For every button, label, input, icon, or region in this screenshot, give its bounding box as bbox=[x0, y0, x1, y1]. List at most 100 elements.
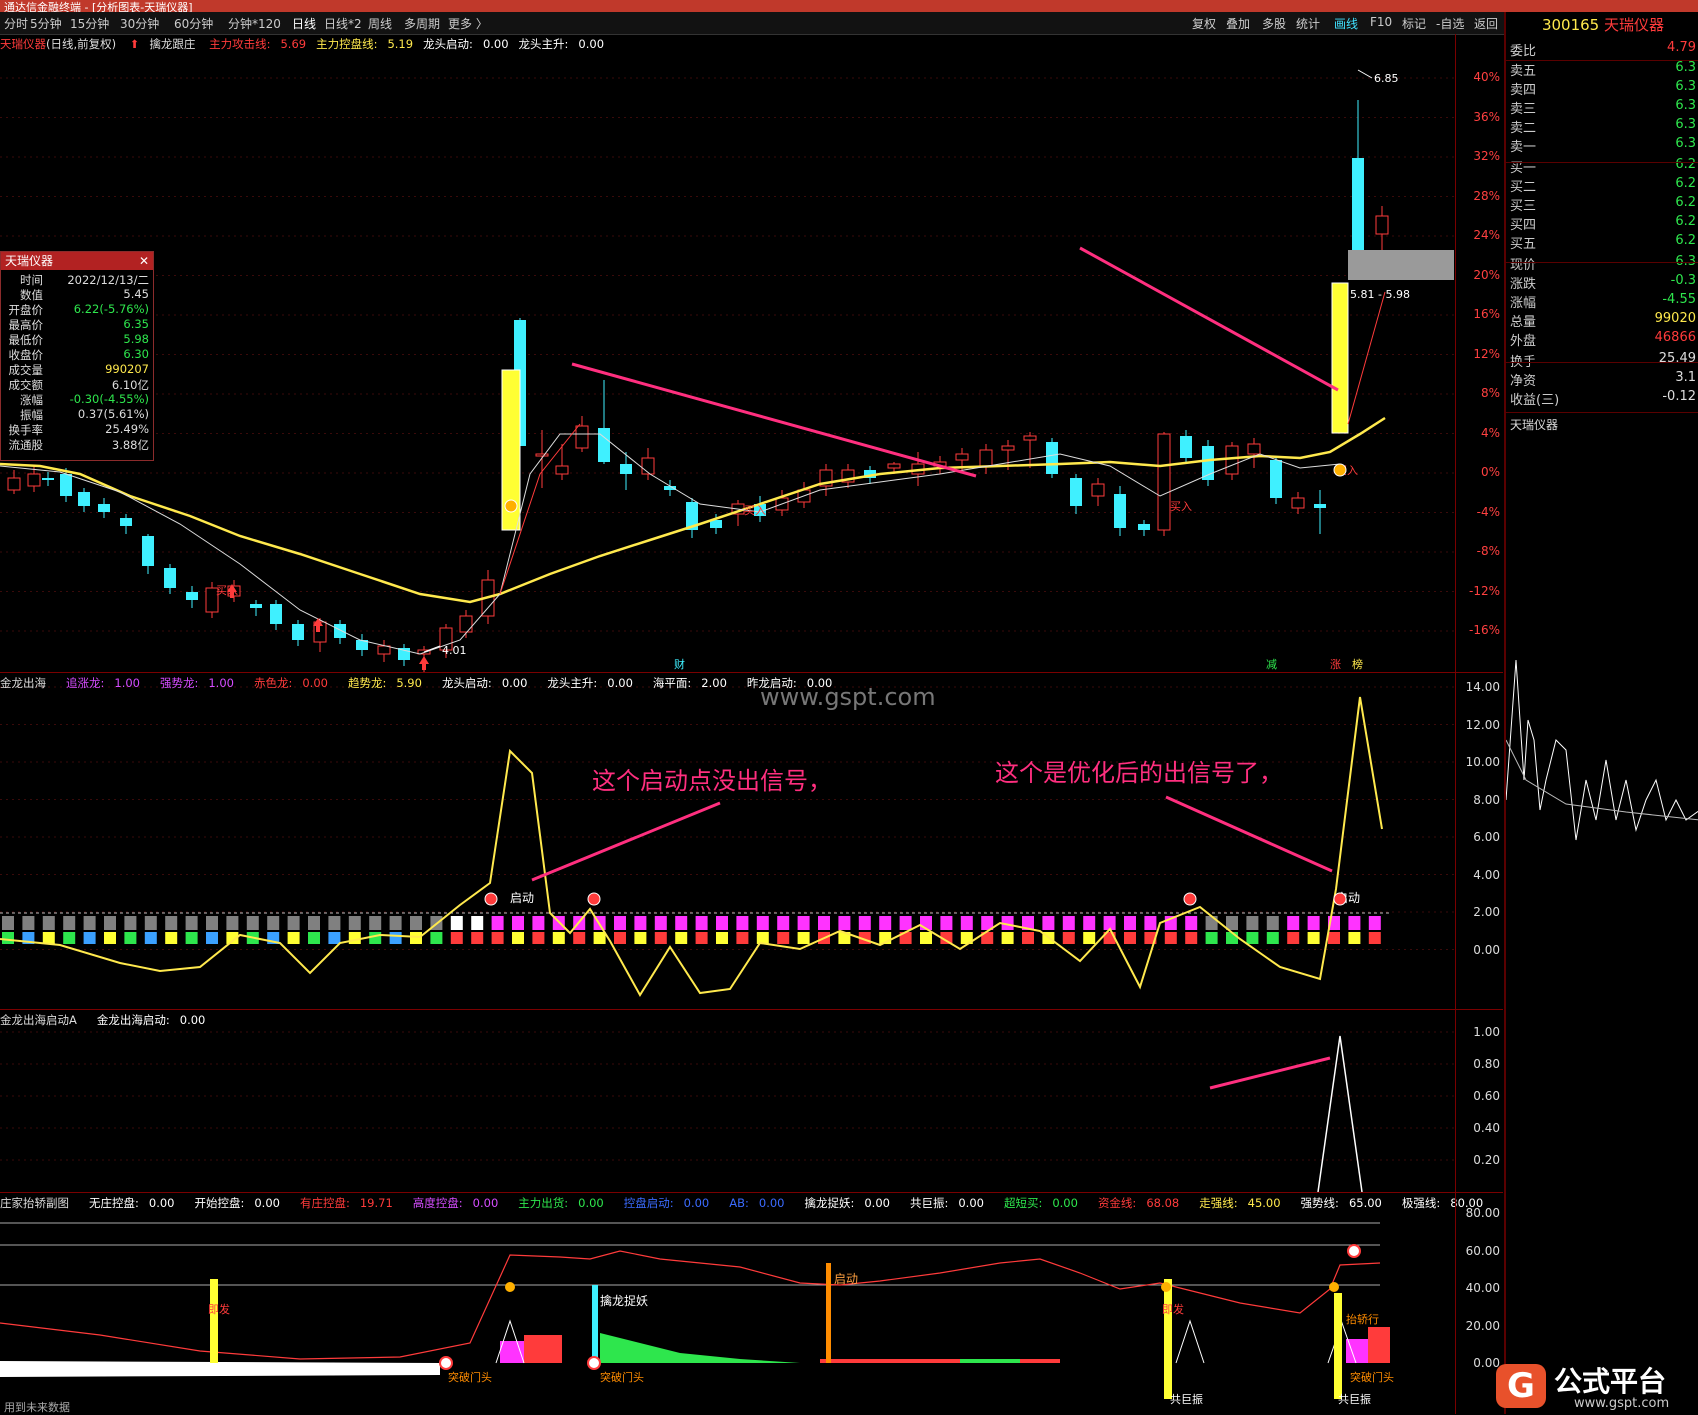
toolbar-button-2[interactable]: 多股 bbox=[1262, 15, 1286, 32]
period-tab-8[interactable]: 周线 bbox=[368, 15, 392, 32]
period-tab-3[interactable]: 30分钟 bbox=[120, 15, 159, 32]
toolbar-button-0[interactable]: 复权 bbox=[1192, 15, 1216, 32]
toolbar-button-4[interactable]: 画线 bbox=[1334, 15, 1358, 32]
y-axis-label: 10.00 bbox=[1465, 755, 1500, 769]
header-label: 金龙出海启动: bbox=[96, 1013, 170, 1027]
y-axis-label: 4.00 bbox=[1473, 867, 1500, 882]
toolbar-button-6[interactable]: 标记 bbox=[1402, 15, 1426, 32]
info-key: 振幅 bbox=[20, 408, 43, 422]
period-tab-4[interactable]: 60分钟 bbox=[174, 15, 213, 32]
header-item: 龙头启动: 0.00 bbox=[442, 676, 537, 690]
toolbar-button-1[interactable]: 叠加 bbox=[1226, 15, 1250, 32]
start-label: 启动 bbox=[834, 1272, 858, 1286]
quote-separator bbox=[1506, 262, 1698, 263]
header-value: 1.00 bbox=[208, 676, 234, 690]
info-row: 成交量 990207 bbox=[1, 362, 151, 377]
signal-money-icon bbox=[587, 892, 601, 906]
money-icon bbox=[505, 1282, 515, 1292]
period-tab-1[interactable]: 5分钟 bbox=[30, 15, 62, 32]
quote-label: 买一 bbox=[1510, 161, 1537, 176]
header-item: 高度控盘: 0.00 bbox=[413, 1196, 508, 1210]
period-tab-0[interactable]: 分时 bbox=[4, 15, 28, 32]
trend-block-top bbox=[246, 916, 259, 930]
candle-up bbox=[1225, 445, 1239, 475]
trend-block-top bbox=[634, 916, 647, 930]
candle-down bbox=[1180, 436, 1192, 458]
trend-block-bottom bbox=[756, 932, 769, 944]
info-key: 数值 bbox=[20, 288, 43, 302]
header-value: 0.00 bbox=[302, 676, 328, 690]
toolbar-button-3[interactable]: 统计 bbox=[1296, 15, 1320, 32]
candle-down bbox=[598, 428, 610, 462]
header-label: 庄家抬轿副图 bbox=[0, 1196, 69, 1210]
period-tab-5[interactable]: 分钟*120 bbox=[228, 15, 281, 32]
jinlong-chart[interactable]: 启动 启动 bbox=[0, 673, 1455, 1009]
info-value: 6.35 bbox=[123, 317, 149, 331]
toolbar-button-7[interactable]: -自选 bbox=[1436, 15, 1464, 32]
y-axis-label: 16% bbox=[1473, 307, 1500, 321]
quote-value: 6.2 bbox=[1675, 233, 1696, 248]
candle-down bbox=[250, 604, 262, 608]
info-key: 最低价 bbox=[8, 333, 44, 347]
candle-down bbox=[1046, 442, 1058, 474]
period-tab-10[interactable]: 更多 〉 bbox=[448, 15, 488, 32]
candle-up bbox=[1023, 435, 1037, 441]
header-item: 走强线: 45.00 bbox=[1199, 1196, 1290, 1210]
trend-block-top bbox=[22, 916, 35, 930]
breakout-label: 突破门头 bbox=[1350, 1370, 1394, 1384]
signal-money-icon bbox=[484, 892, 498, 906]
trend-block-top bbox=[654, 916, 667, 930]
trend-block-top bbox=[1185, 916, 1198, 930]
trend-block-top bbox=[491, 916, 504, 930]
quote-value: 46866 bbox=[1654, 330, 1696, 345]
arrow-up-icon bbox=[419, 656, 429, 670]
candle-down bbox=[292, 624, 304, 640]
period-tab-9[interactable]: 多周期 bbox=[404, 15, 440, 32]
toolbar-button-5[interactable]: F10 bbox=[1370, 15, 1392, 29]
candle-up bbox=[887, 463, 901, 469]
zhuangjia-chart[interactable]: 擒龙捉妖 启动突破门头 突破门头 突破门头共巨振 共巨振 抬轿行 即发 即发 bbox=[0, 1193, 1455, 1414]
trend-block-top bbox=[471, 916, 484, 930]
trend-block-bottom bbox=[1164, 932, 1177, 944]
quote-separator bbox=[1506, 412, 1698, 413]
trend-block-bottom bbox=[920, 932, 932, 944]
period-tab-6[interactable]: 日线 bbox=[292, 15, 316, 32]
candlestick-chart[interactable]: 5.81 - 5.986.854.01买入 买入买入买入财减涨榜 bbox=[0, 34, 1455, 672]
header-item: AB: 0.00 bbox=[729, 1196, 794, 1210]
quote-stat-row: 换手 25.49 bbox=[1510, 351, 1696, 370]
y-axis-label: 4% bbox=[1480, 425, 1500, 440]
trend-block-top bbox=[2, 916, 14, 930]
header-item: 擒龙捉妖: 0.00 bbox=[804, 1196, 899, 1210]
range-label: 5.81 - 5.98 bbox=[1350, 288, 1410, 301]
control-bar bbox=[524, 1335, 562, 1363]
period-tab-2[interactable]: 15分钟 bbox=[70, 15, 109, 32]
quote-separator bbox=[1506, 362, 1698, 363]
header-value: 1.00 bbox=[114, 676, 140, 690]
bottom-tag: 财 bbox=[674, 657, 685, 671]
mini-price-line bbox=[1506, 659, 1698, 841]
candle-down bbox=[620, 464, 632, 474]
quote-value: 99020 bbox=[1654, 311, 1696, 326]
header-label: 开始控盘: bbox=[194, 1196, 245, 1210]
start-signal-chart[interactable] bbox=[0, 1010, 1455, 1192]
y-axis-label: 32% bbox=[1473, 149, 1500, 163]
jinlong-header: 金龙出海 追涨龙: 1.00 强势龙: 1.00 赤色龙: 0.00 趋势龙: 5.90 龙头启动… bbox=[0, 675, 852, 691]
trend-block-top bbox=[1266, 916, 1279, 930]
trend-block-bottom bbox=[777, 932, 790, 944]
period-tab-7[interactable]: 日线*2 bbox=[324, 15, 362, 32]
candle-down bbox=[1138, 524, 1150, 530]
close-icon[interactable]: ✕ bbox=[139, 252, 149, 270]
candle-up bbox=[575, 425, 589, 449]
control-bar bbox=[960, 1359, 1020, 1363]
trend-block-top bbox=[777, 916, 790, 930]
trend-block-bottom bbox=[471, 932, 484, 944]
toolbar-button-8[interactable]: 返回 bbox=[1474, 15, 1498, 32]
trend-block-top bbox=[512, 916, 524, 930]
info-key: 涨幅 bbox=[20, 393, 43, 407]
candle-up bbox=[377, 645, 391, 655]
info-row: 开盘价 6.22(-5.76%) bbox=[1, 302, 151, 317]
quote-buy-row: 买三 6.2 bbox=[1510, 195, 1696, 214]
annotation-arrow bbox=[1165, 795, 1333, 873]
header-label: 资金线: bbox=[1097, 1196, 1137, 1210]
y-axis-label: 40% bbox=[1473, 70, 1500, 84]
